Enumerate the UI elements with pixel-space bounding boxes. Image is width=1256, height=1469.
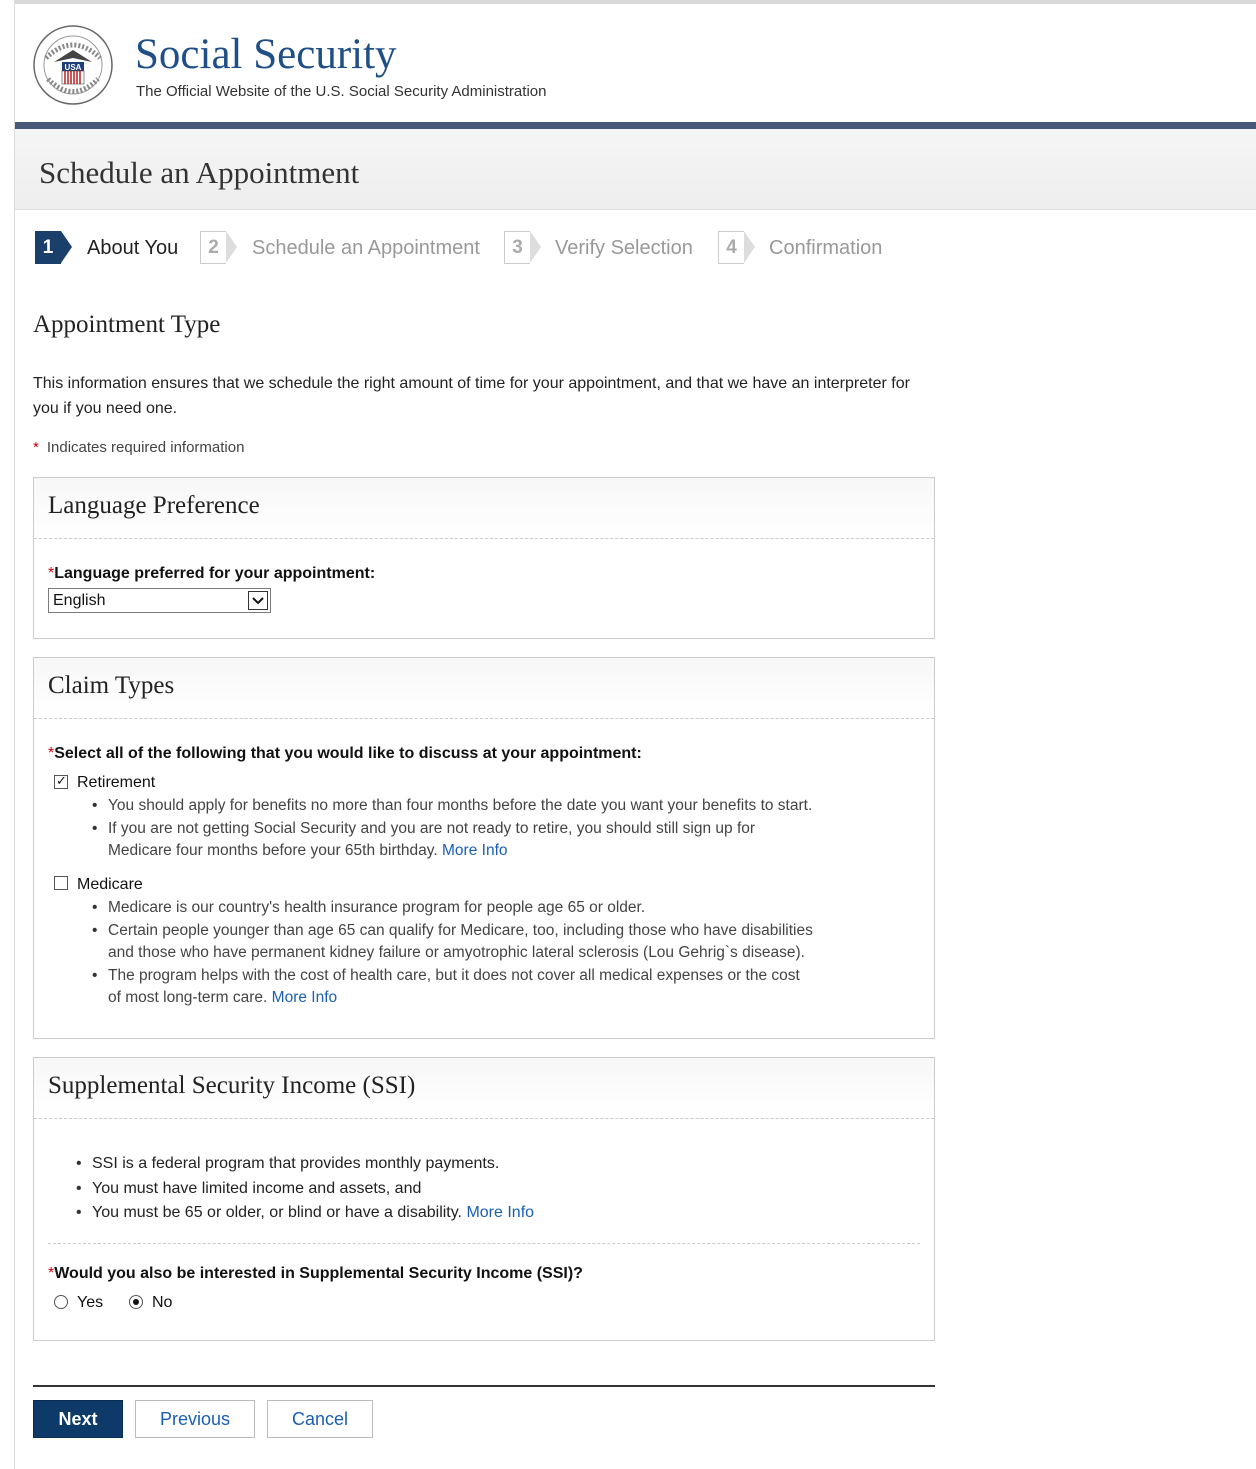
language-panel: Language Preference *Language preferred … [33,477,935,639]
step-label: Schedule an Appointment [252,237,480,259]
step-label: Confirmation [769,237,883,259]
ssi-yes-label[interactable]: Yes [77,1294,103,1312]
list-item: If you are not getting Social Security a… [88,818,928,863]
panel-header: Supplemental Security Income (SSI) [34,1058,934,1119]
medicare-info-list: Medicare is our country's health insuran… [88,897,928,1010]
panel-header: Claim Types [34,658,934,719]
retirement-bullet-2-line-2: Medicare four months before your 65th bi… [108,842,438,859]
list-item: The program helps with the cost of healt… [88,965,928,1010]
step-number: 3 [504,231,530,264]
header-divider-bar [15,122,1256,129]
retirement-bullet-1: You should apply for benefits no more th… [108,797,813,814]
step-arrow-icon [226,231,237,263]
next-button[interactable]: Next [33,1400,123,1438]
ssi-more-info-link[interactable]: More Info [466,1204,534,1221]
list-item: SSI is a federal program that provides m… [72,1152,912,1177]
ssi-info-list: SSI is a federal program that provides m… [72,1152,912,1226]
ssa-seal-icon[interactable]: USA [32,24,114,106]
site-title[interactable]: Social Security [135,30,397,79]
step-number: 2 [200,231,226,264]
ssi-bullet-1: SSI is a federal program that provides m… [92,1155,500,1172]
page-title: Schedule an Appointment [39,155,360,190]
chevron-down-icon[interactable] [248,591,268,610]
language-label: *Language preferred for your appointment… [48,565,375,583]
step-label: Verify Selection [555,237,693,259]
ssi-question-label: *Would you also be interested in Supplem… [48,1265,583,1283]
step-arrow-icon [530,231,541,263]
retirement-info-list: You should apply for benefits no more th… [88,795,928,863]
retirement-checkbox[interactable]: ✓ [54,773,68,789]
ssi-panel: Supplemental Security Income (SSI) SSI i… [33,1057,935,1341]
list-item: You must be 65 or older, or blind or hav… [72,1201,912,1226]
medicare-bullet-3-line-1: The program helps with the cost of healt… [108,966,800,984]
previous-button[interactable]: Previous [135,1400,255,1438]
left-border [0,0,15,1469]
medicare-bullet-2-line-2: and those who have permanent kidney fail… [108,944,805,961]
list-item: You should apply for benefits no more th… [88,795,928,818]
language-select-value: English [53,592,106,609]
retirement-label[interactable]: Retirement [77,774,155,792]
medicare-label[interactable]: Medicare [77,876,143,894]
panel-title: Supplemental Security Income (SSI) [48,1072,416,1099]
claims-label: *Select all of the following that you wo… [48,745,642,763]
panel-title: Language Preference [48,492,260,519]
required-note: * Indicates required information [33,439,244,456]
step-arrow-icon [61,231,72,263]
ssi-bullet-3: You must be 65 or older, or blind or hav… [92,1204,462,1221]
intro-text: This information ensures that we schedul… [33,375,910,417]
list-item: Certain people younger than age 65 can q… [88,920,928,965]
retirement-bullet-2-line-1: If you are not getting Social Security a… [108,819,756,837]
list-item: Medicare is our country's health insuran… [88,897,928,920]
ssi-question-text: Would you also be interested in Suppleme… [54,1265,583,1282]
claims-label-text: Select all of the following that you wou… [54,745,642,762]
form-actions-divider [33,1385,935,1387]
retirement-more-info-link[interactable]: More Info [442,842,507,859]
divider [48,1243,920,1244]
ssi-yes-radio[interactable] [54,1295,68,1309]
ssi-no-radio[interactable] [129,1295,143,1309]
required-note-text: Indicates required information [46,439,245,456]
page-title-bar: Schedule an Appointment [15,129,1256,210]
step-label: About You [87,237,179,259]
medicare-bullet-2-line-1: Certain people younger than age 65 can q… [108,921,813,939]
svg-text:USA: USA [65,63,82,72]
language-label-text: Language preferred for your appointment: [54,565,376,582]
site-header: USA Social Security The Official Website… [15,4,1256,122]
radio-selected-dot [133,1299,139,1305]
ssi-no-label[interactable]: No [152,1294,172,1312]
step-number: 4 [718,231,744,264]
list-item: You must have limited income and assets,… [72,1177,912,1202]
claim-types-panel: Claim Types *Select all of the following… [33,657,935,1039]
required-star: * [33,439,39,456]
section-heading: Appointment Type [33,311,221,338]
step-arrow-icon [744,231,755,263]
medicare-bullet-1: Medicare is our country's health insuran… [108,899,646,916]
medicare-checkbox[interactable] [54,876,68,890]
medicare-bullet-3-line-2: of most long-term care. [108,989,268,1006]
step-number: 1 [35,231,61,264]
panel-title: Claim Types [48,672,175,699]
site-subtitle: The Official Website of the U.S. Social … [136,83,547,100]
cancel-button[interactable]: Cancel [267,1400,373,1438]
language-select[interactable]: English [48,588,271,613]
ssi-bullet-2: You must have limited income and assets,… [92,1179,422,1197]
medicare-more-info-link[interactable]: More Info [272,989,337,1006]
checkmark-icon: ✓ [56,773,67,788]
panel-header: Language Preference [34,478,934,539]
